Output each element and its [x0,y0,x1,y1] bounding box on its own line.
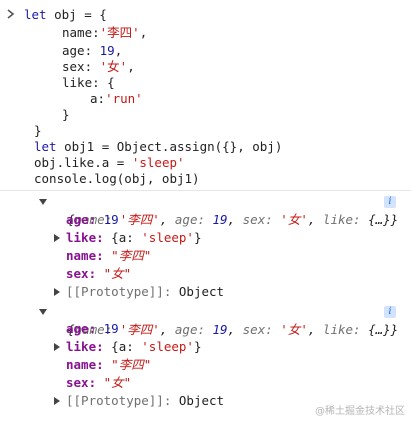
watermark: @稀土掘金技术社区 [315,406,405,417]
property-like[interactable]: like: {a: 'sleep'} [66,229,202,247]
property-name: name: "李四" [66,248,152,263]
property-sex: sex: "女" [66,266,132,281]
property-name: name: "李四" [66,357,152,372]
info-icon[interactable]: i [384,306,396,318]
triangle-right-icon[interactable] [54,234,60,242]
triangle-down-icon[interactable] [39,309,47,315]
property-prototype[interactable]: [[Prototype]]: Object [66,283,224,301]
code-line-7: } [62,107,70,122]
chevron-right-icon [6,8,16,20]
code-line-6: a:'run' [90,91,143,106]
triangle-right-icon[interactable] [54,343,60,351]
property-sex: sex: "女" [66,375,132,390]
property-like[interactable]: like: {a: 'sleep'} [66,338,202,356]
triangle-right-icon[interactable] [54,288,60,296]
triangle-down-icon[interactable] [39,199,47,205]
code-line-1: let obj = { [24,7,107,22]
code-line-2: name:'李四', [62,25,148,40]
property-age: age: 19 [66,212,119,227]
console-separator [0,190,411,191]
property-age: age: 19 [66,321,119,336]
object-summary[interactable]: {name: '李四', age: 19, sex: '女', like: {…… [52,193,398,227]
triangle-right-icon[interactable] [54,397,60,405]
code-line-11: console.log(obj, obj1) [34,171,200,186]
info-icon[interactable]: i [384,196,396,208]
object-summary[interactable]: {name: '李四', age: 19, sex: '女', like: {…… [52,303,398,337]
property-prototype[interactable]: [[Prototype]]: Object [66,392,224,410]
